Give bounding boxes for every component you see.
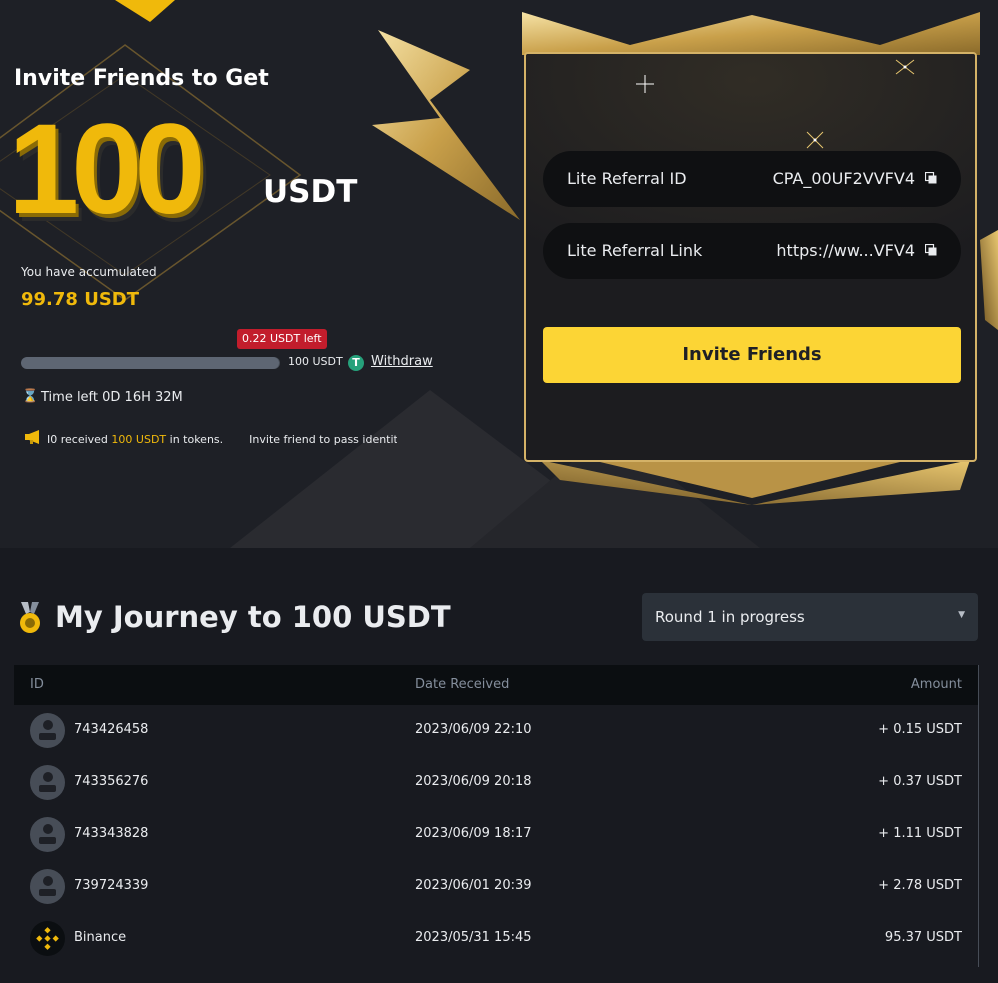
round-select-value: Round 1 in progress xyxy=(655,608,805,626)
invite-friends-button[interactable]: Invite Friends xyxy=(543,327,961,383)
copy-icon[interactable] xyxy=(925,172,937,184)
row-amount: 95.37 USDT xyxy=(884,930,962,945)
row-amount: + 0.15 USDT xyxy=(878,722,962,737)
ticker-msg-2: Invite friend to pass identity v xyxy=(249,433,397,446)
row-date: 2023/05/31 15:45 xyxy=(415,930,532,945)
hero-banner: Invite Friends to Get 100 USDT You have … xyxy=(0,0,998,548)
row-id: 743426458 xyxy=(74,722,149,737)
row-amount: + 0.37 USDT xyxy=(878,774,962,789)
progress-target-label: 100 USDT xyxy=(288,355,343,368)
referral-link-row: Lite Referral Link https://ww...VFV4 xyxy=(543,223,961,279)
activity-ticker: I0 received 100 USDT in tokens. Invite fr… xyxy=(47,433,397,449)
row-date: 2023/06/01 20:39 xyxy=(415,878,532,893)
row-date: 2023/06/09 22:10 xyxy=(415,722,532,737)
remaining-badge: 0.22 USDT left xyxy=(237,329,327,349)
journey-title: My Journey to 100 USDT xyxy=(55,600,451,634)
referral-id-row: Lite Referral ID CPA_00UF2VVFV4 xyxy=(543,151,961,207)
referral-link-label: Lite Referral Link xyxy=(567,241,703,260)
table-row: Binance 2023/05/31 15:45 95.37 USDT xyxy=(14,913,978,965)
hourglass-icon: ⌛ xyxy=(22,389,39,404)
round-select[interactable]: Round 1 in progress ▼ xyxy=(642,593,978,641)
accumulated-value: 99.78 USDT xyxy=(21,289,140,310)
row-amount: + 2.78 USDT xyxy=(878,878,962,893)
table-header: ID Date Received Amount xyxy=(14,665,978,705)
row-id: 743356276 xyxy=(74,774,149,789)
tether-icon: T xyxy=(348,355,364,371)
row-date: 2023/06/09 20:18 xyxy=(415,774,532,789)
invite-title: Invite Friends to Get xyxy=(14,66,269,91)
reward-unit: USDT xyxy=(263,174,358,210)
user-avatar-icon xyxy=(30,817,65,852)
row-id: 743343828 xyxy=(74,826,149,841)
progress-fill xyxy=(21,357,280,369)
copy-icon[interactable] xyxy=(925,244,937,256)
user-avatar-icon xyxy=(30,869,65,904)
reward-amount: 100 xyxy=(8,98,206,241)
user-avatar-icon xyxy=(30,713,65,748)
table-row: 743343828 2023/06/09 18:17 + 1.11 USDT xyxy=(14,809,978,861)
table-row: 743426458 2023/06/09 22:10 + 0.15 USDT xyxy=(14,705,978,757)
row-date: 2023/06/09 18:17 xyxy=(415,826,532,841)
row-id: Binance xyxy=(74,930,127,945)
chevron-down-icon: ▼ xyxy=(958,610,965,620)
megaphone-icon xyxy=(25,430,39,444)
binance-logo-icon xyxy=(30,921,65,956)
column-amount: Amount xyxy=(910,677,962,692)
user-avatar-icon xyxy=(30,765,65,800)
row-amount: + 1.11 USDT xyxy=(878,826,962,841)
ticker-msg-amount: 100 USDT xyxy=(111,433,167,446)
referral-id-value: CPA_00UF2VVFV4 xyxy=(772,169,915,188)
referral-card: Lite Referral ID CPA_00UF2VVFV4 Lite Ref… xyxy=(524,52,977,462)
medal-icon xyxy=(20,602,40,633)
ticker-msg-prefix: I0 received xyxy=(47,433,112,446)
column-date: Date Received xyxy=(415,677,510,692)
table-row: 743356276 2023/06/09 20:18 + 0.37 USDT xyxy=(14,757,978,809)
time-left: Time left 0D 16H 32M xyxy=(41,390,183,405)
accumulated-label: You have accumulated xyxy=(21,265,157,279)
rewards-table: ID Date Received Amount 743426458 2023/0… xyxy=(14,665,979,967)
column-id: ID xyxy=(30,677,44,692)
table-row: 739724339 2023/06/01 20:39 + 2.78 USDT xyxy=(14,861,978,913)
row-id: 739724339 xyxy=(74,878,149,893)
referral-link-value: https://ww...VFV4 xyxy=(776,241,915,260)
ticker-msg-suffix: in tokens. xyxy=(166,433,224,446)
withdraw-link[interactable]: Withdraw xyxy=(371,354,433,369)
referral-id-label: Lite Referral ID xyxy=(567,169,687,188)
progress-bar xyxy=(21,357,280,369)
